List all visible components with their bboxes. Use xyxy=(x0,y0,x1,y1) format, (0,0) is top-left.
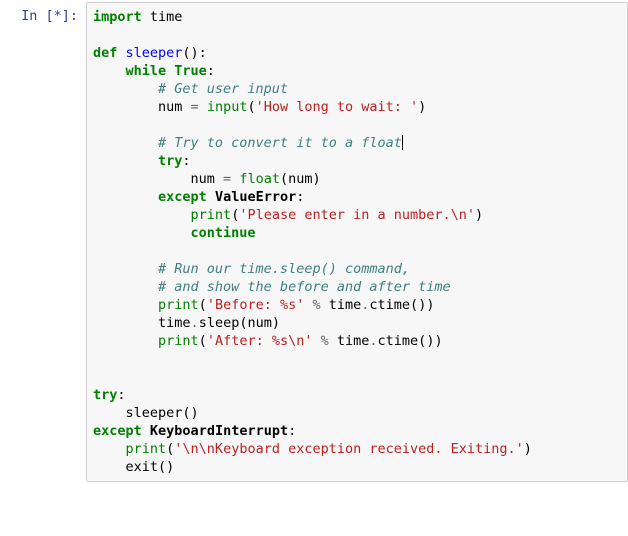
comment: # and show the before and after time xyxy=(93,279,451,295)
text-cursor xyxy=(402,135,403,150)
paren: ( xyxy=(199,333,207,349)
code-text: exit() xyxy=(126,459,175,475)
op-dot: . xyxy=(191,315,199,331)
colon: : xyxy=(296,189,304,205)
paren: ) xyxy=(524,441,532,457)
op-mod: % xyxy=(321,333,329,349)
comment: # Try to convert it to a float xyxy=(93,135,402,151)
paren: (): xyxy=(182,45,206,61)
code-content[interactable]: import time def sleeper(): while True: #… xyxy=(93,8,621,476)
keyword-continue: continue xyxy=(93,225,256,241)
keyword-try: try xyxy=(93,387,117,403)
code-text: sleep(num) xyxy=(199,315,280,331)
keyword-except: except xyxy=(93,423,142,439)
indent xyxy=(93,333,158,349)
code-text: sleeper() xyxy=(93,405,199,421)
colon: : xyxy=(117,387,125,403)
op-dot: . xyxy=(369,333,377,349)
input-prompt: In [*]: xyxy=(0,2,86,482)
string: 'Before: %s' xyxy=(207,297,305,313)
paren: ( xyxy=(247,99,255,115)
code-text: num xyxy=(93,171,223,187)
builtin-print: print xyxy=(191,207,232,223)
module-name: time xyxy=(142,9,183,25)
indent xyxy=(93,459,126,475)
space xyxy=(199,99,207,115)
keyword-try: try xyxy=(93,153,182,169)
builtin-input: input xyxy=(207,99,248,115)
colon: : xyxy=(288,423,296,439)
code-cell: In [*]: import time def sleeper(): while… xyxy=(0,0,628,484)
code-text: ctime()) xyxy=(378,333,443,349)
comment: # Run our time.sleep() command, xyxy=(93,261,410,277)
code-text: time xyxy=(93,315,191,331)
indent xyxy=(93,441,126,457)
paren: ) xyxy=(475,207,483,223)
keyword-while: while xyxy=(93,63,166,79)
prompt-counter: [*] xyxy=(45,8,69,24)
builtin-print: print xyxy=(126,441,167,457)
exception-name: ValueError xyxy=(215,189,296,205)
op-mod: % xyxy=(313,297,321,313)
keyword-import: import xyxy=(93,9,142,25)
keyword-except: except xyxy=(93,189,207,205)
string: 'Please enter in a number.\n' xyxy=(239,207,475,223)
builtin-print: print xyxy=(158,333,199,349)
const-true: True xyxy=(166,63,207,79)
space xyxy=(142,423,150,439)
paren: ( xyxy=(199,297,207,313)
string: 'How long to wait: ' xyxy=(256,99,419,115)
op-eq: = xyxy=(223,171,231,187)
code-text: time xyxy=(321,297,362,313)
op-eq: = xyxy=(191,99,199,115)
colon: : xyxy=(207,63,215,79)
builtin-float: float xyxy=(239,171,280,187)
space xyxy=(312,333,320,349)
code-text: ctime()) xyxy=(369,297,434,313)
space xyxy=(304,297,312,313)
paren: (num) xyxy=(280,171,321,187)
code-input-area[interactable]: import time def sleeper(): while True: #… xyxy=(86,2,628,482)
indent xyxy=(93,297,158,313)
keyword-def: def xyxy=(93,45,117,61)
code-text: time xyxy=(329,333,370,349)
string: '\n\nKeyboard exception received. Exitin… xyxy=(174,441,524,457)
exception-name: KeyboardInterrupt xyxy=(150,423,288,439)
code-text: num xyxy=(93,99,191,115)
comment: # Get user input xyxy=(93,81,288,97)
builtin-print: print xyxy=(158,297,199,313)
colon: : xyxy=(182,153,190,169)
space xyxy=(207,189,215,205)
string: 'After: %s\n' xyxy=(207,333,313,349)
paren: ) xyxy=(418,99,426,115)
indent xyxy=(93,207,191,223)
prompt-prefix: In xyxy=(21,8,45,24)
prompt-suffix: : xyxy=(70,8,78,24)
func-name: sleeper xyxy=(117,45,182,61)
